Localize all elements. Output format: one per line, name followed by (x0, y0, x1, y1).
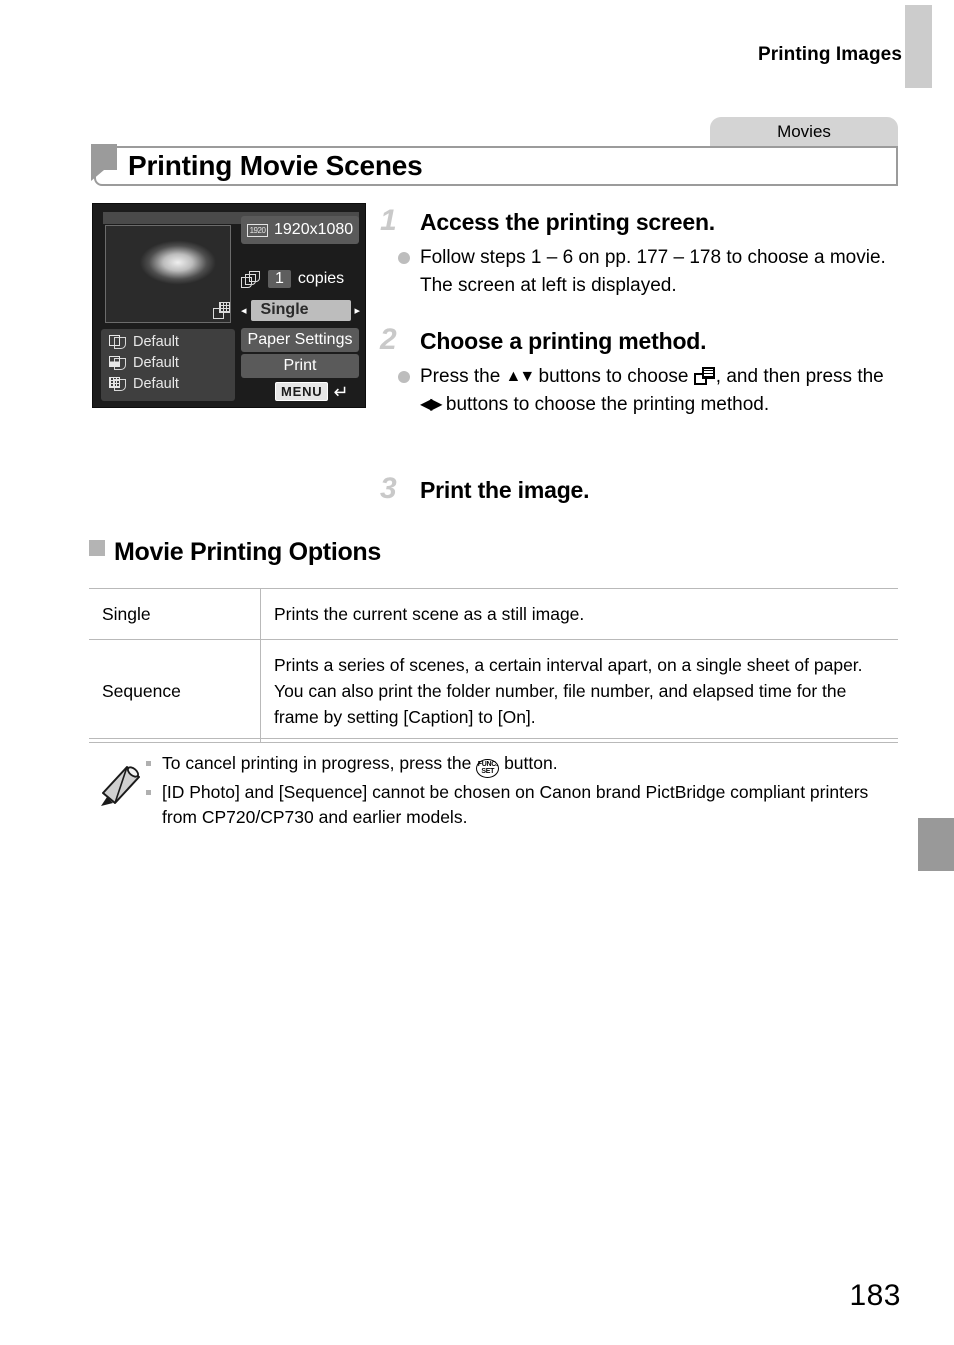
option-name: Single (89, 588, 261, 640)
step-1-heading: 1 Access the printing screen. (380, 204, 900, 238)
notes-callout: To cancel printing in progress, press th… (89, 738, 898, 832)
lcd-resolution-row: 1920 1920x1080 (241, 216, 359, 244)
lcd-default-row-page-layout: Default (109, 376, 179, 392)
note-item-2: [ID Photo] and [Sequence] cannot be chos… (144, 780, 898, 830)
back-arrow-icon: ↵ (333, 381, 349, 402)
step-2-heading: 2 Choose a printing method. (380, 323, 900, 357)
note-1-text-before: To cancel printing in progress, press th… (162, 753, 477, 773)
note-item-1: To cancel printing in progress, press th… (144, 751, 898, 778)
print-method-icon (213, 302, 233, 319)
edge-index-tab-top (905, 5, 932, 88)
lcd-copies-row: 1 copies (241, 270, 344, 288)
movie-printing-options-table: Single Prints the current scene as a sti… (89, 588, 898, 743)
lcd-menu-hint: MENU ↵ (275, 382, 349, 401)
resolution-badge-icon: 1920 (247, 223, 268, 237)
bullet-icon (398, 371, 410, 383)
step-2-body: Press the ▲▼ buttons to choose , and the… (398, 363, 900, 419)
page-layout-icon (109, 376, 126, 392)
left-right-buttons-icon: ◀▶ (420, 396, 443, 413)
up-down-buttons-icon: ▲▼ (505, 368, 536, 385)
chevron-right-icon: ▸ (354, 305, 361, 317)
lcd-default-label: Default (133, 334, 179, 350)
edge-index-tab-current (918, 818, 954, 871)
lcd-default-row-paper-type: Default (109, 355, 179, 371)
option-description: Prints a series of scenes, a certain int… (260, 639, 898, 743)
table-row: Sequence Prints a series of scenes, a ce… (89, 639, 898, 743)
step-3: 3 Print the image. (380, 472, 900, 506)
step-3-title: Print the image. (420, 477, 590, 503)
section-tab-label: Movies (777, 121, 831, 141)
lcd-paper-settings-button: Paper Settings (241, 328, 359, 352)
page-title: Printing Movie Scenes (128, 150, 423, 181)
lcd-copies-value: 1 (268, 270, 291, 288)
step-1-title: Access the printing screen. (420, 209, 715, 235)
section-tab-movies: Movies (710, 117, 898, 146)
lcd-default-label: Default (133, 376, 179, 392)
table-row: Single Prints the current scene as a sti… (89, 588, 898, 640)
lcd-resolution-value: 1920x1080 (274, 221, 354, 238)
lcd-print-method-value: Single (250, 300, 351, 321)
func-set-line1: FUNC. (477, 760, 498, 768)
func-set-button-icon: FUNC. SET (476, 758, 500, 778)
running-header: Printing Images (757, 44, 902, 65)
print-method-icon (693, 367, 716, 385)
step-1-text: Follow steps 1 – 6 on pp. 177 – 178 to c… (420, 247, 886, 296)
camera-screen-illustration: Default Default Default 1920 1920x1080 1… (92, 203, 366, 408)
func-set-line2: SET (481, 768, 495, 775)
bullet-icon (398, 252, 410, 264)
copies-icon (241, 270, 261, 288)
bookmark-flag-tail-icon (91, 170, 117, 181)
step-1-body: Follow steps 1 – 6 on pp. 177 – 178 to c… (398, 244, 900, 300)
step-2-text-part1: Press the (420, 366, 506, 387)
step-2-text-part4: buttons to choose the printing method. (440, 394, 770, 415)
step-1: 1 Access the printing screen. Follow ste… (380, 204, 900, 300)
step-2-text-part2: buttons to choose (533, 366, 694, 387)
step-2-number: 2 (380, 323, 397, 356)
option-name: Sequence (89, 639, 261, 743)
lcd-paper-defaults-panel: Default Default Default (101, 329, 235, 401)
lcd-copies-label: copies (297, 270, 345, 287)
bookmark-flag-icon (91, 144, 117, 170)
option-description: Prints the current scene as a still imag… (260, 588, 898, 640)
lcd-default-label: Default (133, 355, 179, 371)
step-3-heading: 3 Print the image. (380, 472, 900, 506)
paper-size-icon (109, 334, 126, 350)
note-1-text-after: button. (499, 753, 558, 773)
lcd-print-button: Print (241, 354, 359, 378)
step-1-number: 1 (380, 204, 397, 237)
square-bullet-icon (89, 539, 105, 556)
step-3-number: 3 (380, 472, 397, 505)
lcd-default-row-paper-size: Default (109, 334, 179, 350)
menu-button-label: MENU (275, 382, 329, 401)
chevron-left-icon: ◂ (241, 305, 247, 317)
step-2: 2 Choose a printing method. Press the ▲▼… (380, 323, 900, 419)
page-number: 183 (849, 1279, 901, 1312)
lcd-print-method-row: ◂ Single ▸ (213, 300, 361, 321)
notes-list: To cancel printing in progress, press th… (144, 751, 898, 830)
paper-type-icon (109, 355, 126, 371)
step-2-title: Choose a printing method. (420, 328, 707, 354)
step-2-text-part3: , and then press the (715, 366, 884, 387)
subsection-heading-label: Movie Printing Options (114, 538, 382, 566)
subsection-heading: Movie Printing Options (89, 538, 381, 567)
pencil-icon (101, 766, 140, 806)
